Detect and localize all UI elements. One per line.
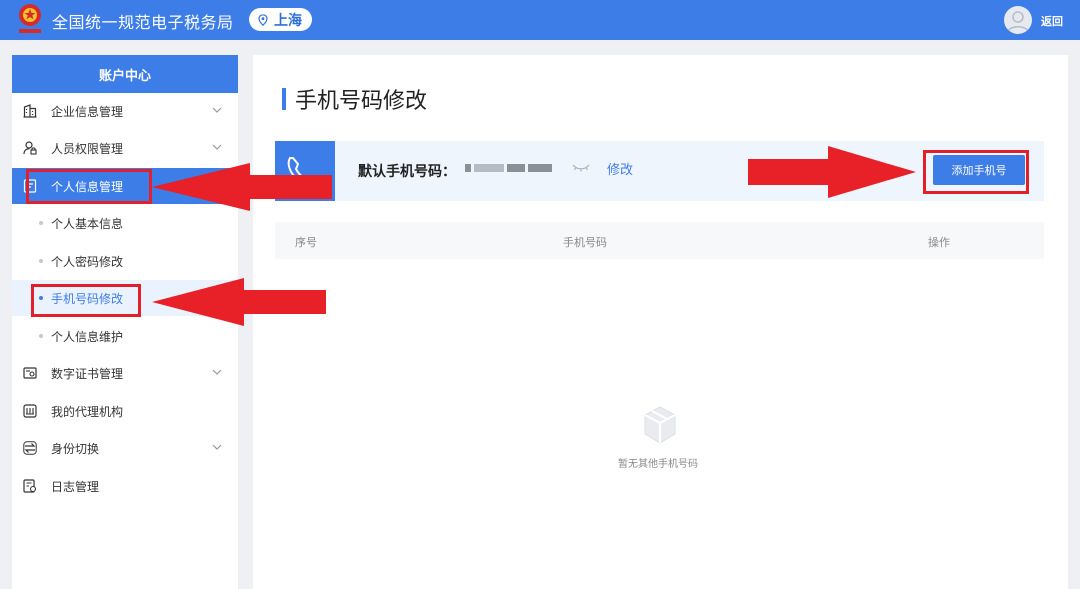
user-lock-icon <box>23 141 37 155</box>
page-title: 手机号码修改 <box>282 85 428 114</box>
empty-state-text: 暂无其他手机号码 <box>618 459 698 470</box>
region-label: 上海 <box>274 12 302 29</box>
sidebar-item-certificate[interactable]: 数字证书管理 <box>12 355 238 391</box>
red-arrow-left-icon <box>152 163 332 211</box>
highlight-box-personal-info <box>26 169 152 204</box>
red-arrow-left-icon <box>152 278 326 326</box>
bullet-dot-icon <box>39 259 43 263</box>
default-phone-label: 默认手机号码： <box>358 164 456 180</box>
chevron-down-icon <box>212 144 222 150</box>
title-accent-bar <box>282 88 286 110</box>
chevron-down-icon <box>212 107 222 113</box>
main-panel: 手机号码修改 默认手机号码： 修改 添加手机号 序号 手机号码 操作 暂无其他手… <box>253 55 1068 589</box>
building-icon <box>23 104 37 118</box>
sidebar-item-personnel-permission[interactable]: 人员权限管理 <box>12 130 238 166</box>
sidebar-subitem-label: 个人信息维护 <box>51 329 124 344</box>
empty-box-icon <box>644 406 676 444</box>
tax-emblem-icon <box>19 4 41 33</box>
highlight-box-add-button <box>923 150 1029 194</box>
sidebar-item-label: 人员权限管理 <box>51 141 124 156</box>
agency-icon <box>23 404 37 418</box>
certificate-icon <box>23 367 37 379</box>
column-header-action: 操作 <box>928 236 950 249</box>
top-header: 全国统一规范电子税务局 上海 返回 <box>0 0 1080 40</box>
log-icon <box>23 479 37 493</box>
sidebar-item-label: 日志管理 <box>51 479 100 494</box>
chevron-down-icon <box>212 369 222 375</box>
back-link[interactable]: 返回 <box>1041 13 1063 29</box>
table-header-row: 序号 手机号码 操作 <box>275 222 1044 259</box>
eye-closed-icon[interactable] <box>572 163 590 173</box>
bullet-dot-icon <box>39 334 43 338</box>
bullet-dot-icon <box>39 221 43 225</box>
red-arrow-right-icon <box>748 146 916 198</box>
user-avatar-icon <box>1007 11 1029 33</box>
page-title-text: 手机号码修改 <box>295 89 428 114</box>
sidebar-subitem-password[interactable]: 个人密码修改 <box>12 243 238 279</box>
sidebar-subitem-label: 个人基本信息 <box>51 216 124 231</box>
chevron-down-icon <box>212 444 222 450</box>
switch-icon <box>23 441 37 455</box>
sidebar-item-agency[interactable]: 我的代理机构 <box>12 393 238 429</box>
sidebar-item-label: 我的代理机构 <box>51 404 124 419</box>
avatar[interactable] <box>1004 6 1032 34</box>
edit-phone-link[interactable]: 修改 <box>607 159 633 178</box>
highlight-box-phone-subitem <box>31 284 141 317</box>
sidebar-item-label: 身份切换 <box>51 441 100 456</box>
sidebar-title: 账户中心 <box>12 55 238 93</box>
sidebar-item-label: 数字证书管理 <box>51 366 124 381</box>
column-header-phone: 手机号码 <box>563 236 607 249</box>
masked-phone-number <box>465 158 557 178</box>
sidebar-item-enterprise-info[interactable]: 企业信息管理 <box>12 93 238 129</box>
sidebar-subitem-label: 个人密码修改 <box>51 254 124 269</box>
column-header-index: 序号 <box>295 236 317 249</box>
location-pin-icon <box>258 13 268 26</box>
site-title: 全国统一规范电子税务局 <box>52 13 234 32</box>
sidebar-item-log[interactable]: 日志管理 <box>12 468 238 504</box>
sidebar-item-label: 企业信息管理 <box>51 104 124 119</box>
region-selector[interactable]: 上海 <box>249 8 312 31</box>
sidebar-item-identity-switch[interactable]: 身份切换 <box>12 430 238 466</box>
